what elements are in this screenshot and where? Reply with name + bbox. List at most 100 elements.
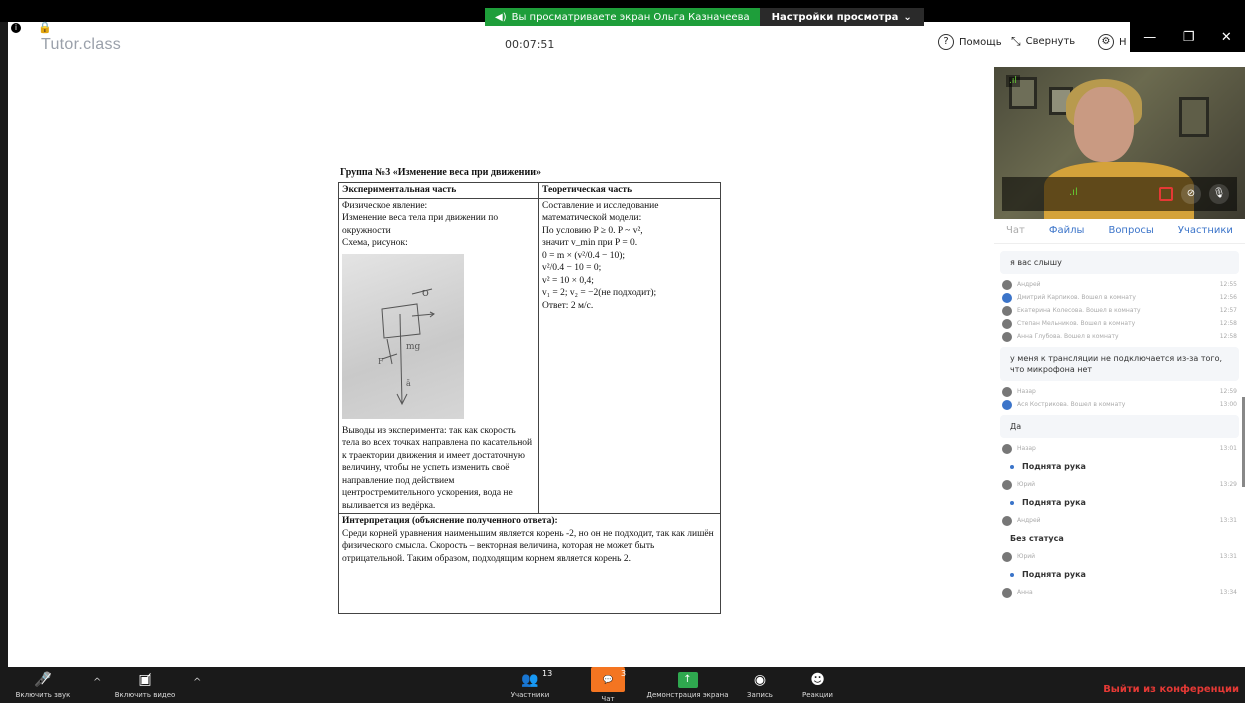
view-settings-label: Настройки просмотра — [771, 11, 899, 23]
chat-log-row: Анна Глубова. Вошел в комнату 12:58 — [994, 330, 1245, 343]
close-icon[interactable]: ✕ — [1221, 30, 1232, 45]
avatar — [1002, 292, 1012, 303]
participants-count: 13 — [542, 669, 553, 678]
experiment-sketch-image: ʊ mg F ā — [342, 253, 464, 419]
smile-icon: ☻ — [810, 671, 825, 688]
unmute-button[interactable]: 🎤̸ Включить звук — [8, 667, 78, 703]
info-icon[interactable]: i — [10, 22, 22, 34]
chevron-up-icon[interactable]: ^ — [93, 677, 101, 688]
chat-log-row: Екатерина Колесова. Вошел в комнату 12:57 — [994, 304, 1245, 317]
interpretation-title: Интерпретация (объяснение полученного от… — [342, 516, 558, 526]
chevron-up-icon[interactable]: ^ — [193, 677, 201, 688]
chat-log-row: Юрий 13:31 — [994, 550, 1245, 563]
svg-text:F: F — [378, 357, 384, 366]
reactions-button[interactable]: ☻ Реакции — [795, 667, 840, 703]
theory-line: v² = 10 × 0,4; — [542, 275, 594, 286]
chat-time: 12:58 — [1219, 333, 1237, 340]
collapse-button[interactable]: ⤡ Свернуть — [1011, 34, 1075, 49]
chat-author: Андрей — [1017, 517, 1041, 524]
chat-author: Степан Мельников. Вошел в комнату — [1017, 320, 1136, 327]
chat-time: 12:57 — [1219, 307, 1237, 314]
leave-conference-button[interactable]: Выйти из конференции — [1103, 684, 1239, 695]
avatar — [1002, 515, 1012, 526]
theory-line: Составление и исследование математическо… — [542, 200, 659, 224]
chat-message: я вас слышу — [1000, 251, 1239, 274]
interpretation-text: Среди корней уравнения наименьшим являет… — [342, 528, 714, 564]
share-status-text: Вы просматриваете экран Ольга Казначеева — [511, 11, 750, 23]
status-none: Без статуса — [1000, 529, 1239, 548]
chat-time: 13:00 — [1219, 401, 1237, 408]
presenter-video: .ıl ⊘ 🎙 .ıl — [994, 67, 1245, 219]
theory-line: По условию P ≥ 0. P ~ v², — [542, 225, 643, 236]
theory-line: Ответ: 2 м/с. — [542, 300, 594, 311]
document-title: Группа №3 «Изменение веса при движении» — [340, 167, 541, 178]
help-label: Помощь — [959, 36, 1002, 48]
status-raised-hand: Поднята рука — [1000, 565, 1239, 584]
chat-message: у меня к трансляции не подключается из-з… — [1000, 347, 1239, 381]
tab-chat[interactable]: Чат — [1006, 222, 1025, 243]
experimental-cell: Физическое явление: Изменение веса тела … — [338, 197, 539, 514]
svg-text:ā: ā — [406, 379, 411, 388]
svg-text:mg: mg — [406, 342, 421, 352]
avatar — [1002, 386, 1012, 397]
col-experimental: Экспериментальная часть — [338, 182, 539, 199]
theory-line: v₁ = 2; v₂ = −2(не подходит); — [542, 288, 657, 298]
record-indicator-icon[interactable] — [1159, 187, 1173, 201]
chat-author: Назар — [1017, 445, 1036, 452]
reactions-label: Реакции — [802, 690, 833, 699]
theory-line: значит v_min при P = 0. — [542, 238, 638, 248]
video-controls: ⊘ 🎙 — [1002, 177, 1237, 211]
status-raised-hand: Поднята рука — [1000, 493, 1239, 512]
document-page: Группа №3 «Изменение веса при движении» … — [33, 67, 993, 662]
signal-strength-icon: .ıl — [1069, 187, 1078, 198]
chat-log-row: Ася Кострикова. Вошел в комнату 13:00 — [994, 398, 1245, 411]
tab-participants[interactable]: Участники — [1178, 222, 1233, 243]
theory-line: 0 = m × (v²/0.4 − 10); — [542, 250, 626, 261]
bullet-icon — [1010, 500, 1014, 505]
record-label: Запись — [747, 690, 773, 699]
status-label: Поднята рука — [1022, 462, 1086, 471]
camera-off-icon[interactable]: ⊘ — [1181, 184, 1201, 204]
avatar — [1002, 305, 1012, 316]
bullet-icon — [1010, 572, 1014, 577]
status-label: Поднята рука — [1022, 498, 1086, 507]
restore-icon[interactable]: ❐ — [1183, 30, 1195, 45]
chat-time: 12:59 — [1219, 388, 1237, 395]
conclusions-text: Выводы из эксперимента: так как скорость… — [342, 425, 533, 511]
mic-off-icon[interactable]: 🎙 — [1209, 184, 1229, 204]
status-label: Без статуса — [1010, 534, 1064, 543]
chat-time: 12:56 — [1219, 294, 1237, 301]
view-settings-button[interactable]: Настройки просмотра ⌄ — [759, 8, 924, 26]
settings-label: Н — [1119, 36, 1127, 48]
help-button[interactable]: ? Помощь — [938, 34, 1002, 50]
tab-questions[interactable]: Вопросы — [1108, 222, 1153, 243]
record-button[interactable]: ◉ Запись — [740, 667, 780, 703]
video-off-icon: ▣̸ — [138, 671, 152, 688]
bottom-toolbar: 🎤̸ Включить звук ^ ▣̸ Включить видео ^ 👥… — [0, 667, 1245, 703]
chat-count: 3 — [621, 669, 627, 678]
tab-files[interactable]: Файлы — [1049, 222, 1085, 243]
session-timer: 00:07:51 — [505, 38, 555, 51]
speaker-icon: ◀) — [495, 11, 507, 23]
theory-line: v²/0.4 − 10 = 0; — [542, 263, 602, 273]
presenter-face — [1074, 87, 1134, 162]
avatar — [1002, 279, 1012, 290]
chat-author: Андрей — [1017, 281, 1041, 288]
minimize-icon[interactable]: — — [1143, 30, 1156, 45]
panel-tabs: Чат Файлы Вопросы Участники — [994, 222, 1245, 244]
chat-time: 13:29 — [1219, 481, 1237, 488]
screen-share-button[interactable]: ↑ Демонстрация экрана — [640, 667, 735, 703]
help-icon: ? — [938, 34, 954, 50]
start-video-button[interactable]: ▣̸ Включить видео — [110, 667, 180, 703]
chat-log-row: Степан Мельников. Вошел в комнату 12:58 — [994, 317, 1245, 330]
settings-button[interactable]: ⚙ Н — [1098, 34, 1127, 50]
avatar — [1002, 551, 1012, 562]
avatar — [1002, 587, 1012, 598]
chat-time: 13:31 — [1219, 553, 1237, 560]
exp-line: Изменение веса тела при движении по окру… — [342, 213, 499, 236]
theoretical-cell: Составление и исследование математическо… — [538, 197, 721, 514]
chat-log-row: Дмитрий Карпиков. Вошел в комнату 12:56 — [994, 291, 1245, 304]
chat-time: 12:58 — [1219, 320, 1237, 327]
chat-log-row: Андрей 12:55 — [994, 278, 1245, 291]
signal-icon: .ıl — [1006, 75, 1020, 87]
